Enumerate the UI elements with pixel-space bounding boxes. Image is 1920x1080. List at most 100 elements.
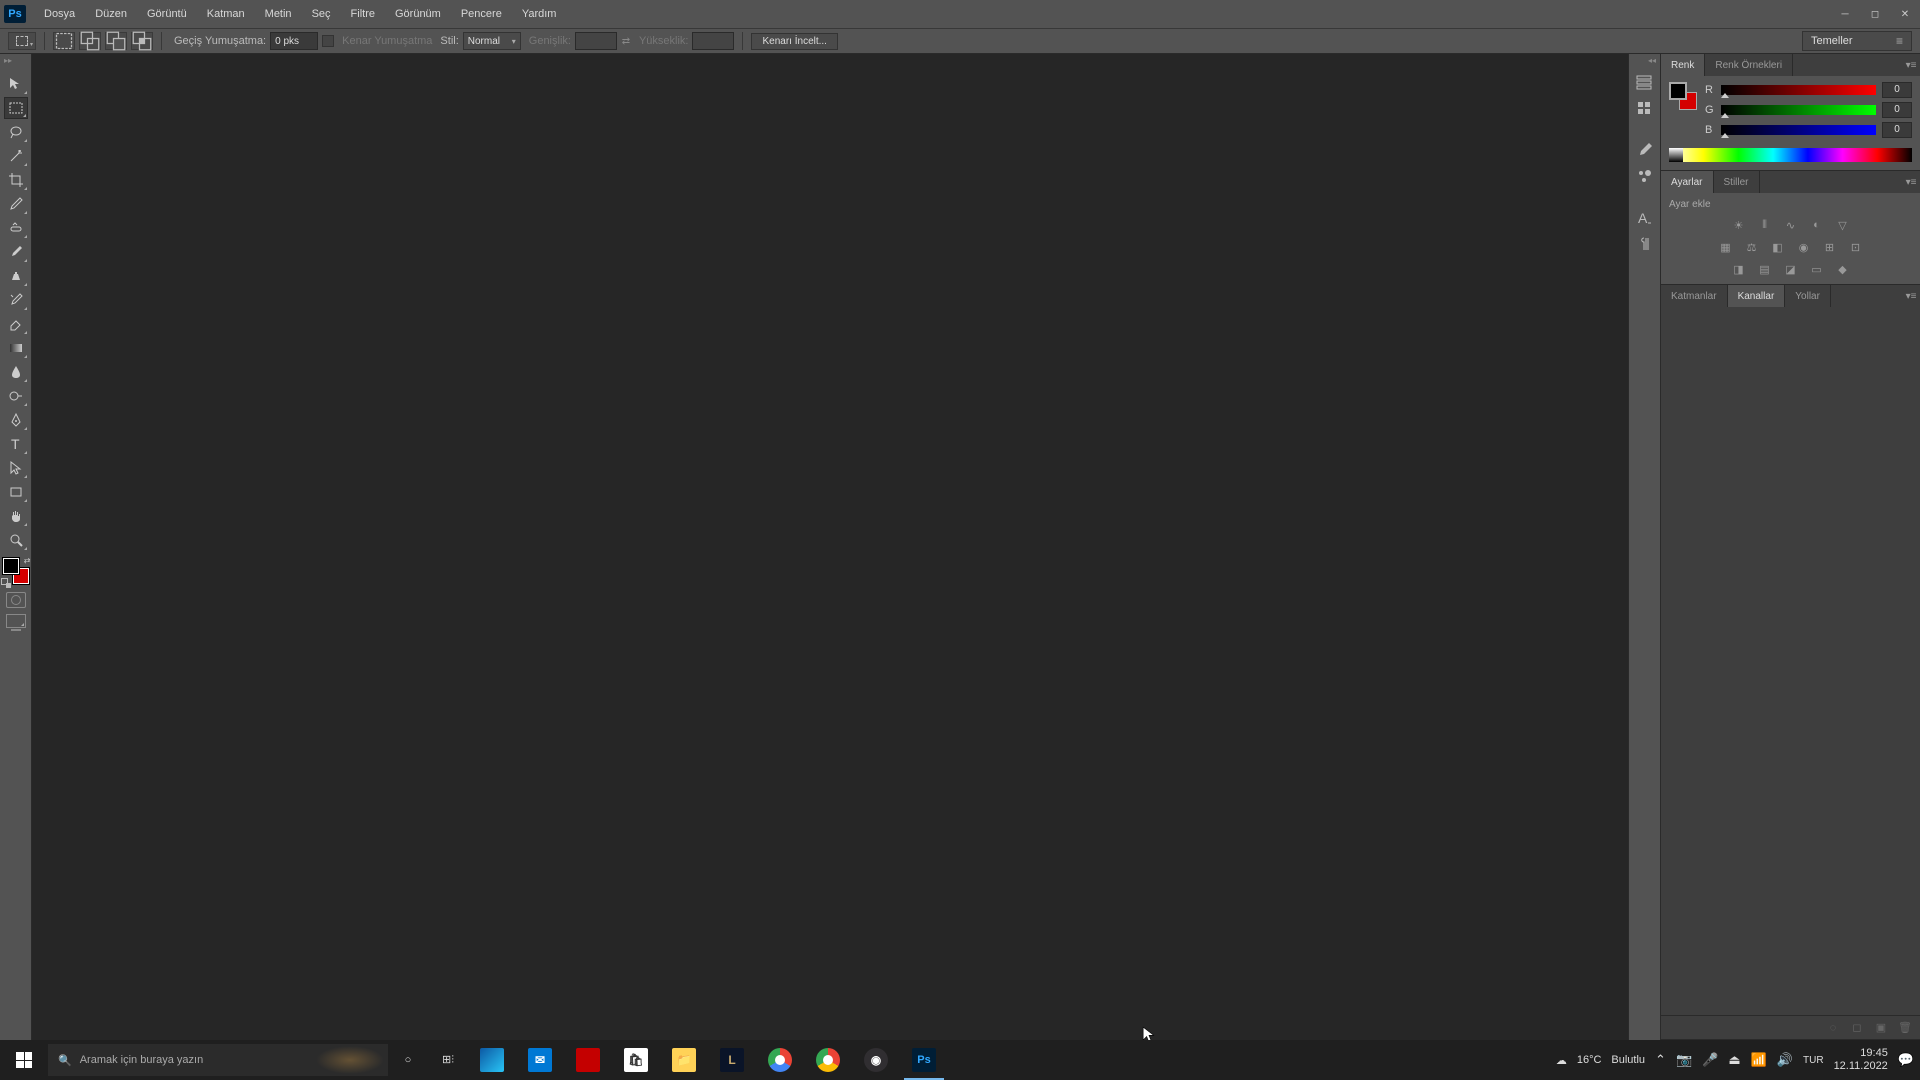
selection-new-button[interactable] (53, 32, 75, 50)
menu-layer[interactable]: Katman (197, 4, 255, 24)
tab-swatches[interactable]: Renk Örnekleri (1705, 54, 1793, 76)
taskbar-app-chrome[interactable] (756, 1040, 804, 1080)
save-selection-icon[interactable]: ◻ (1848, 1020, 1866, 1036)
foreground-color-swatch[interactable] (3, 558, 19, 574)
color-swatches[interactable]: ⇄ (3, 558, 29, 584)
new-channel-icon[interactable]: ▣ (1872, 1020, 1890, 1036)
canvas-area[interactable] (32, 54, 1628, 1040)
maximize-button[interactable]: ◻ (1860, 4, 1890, 24)
selection-subtract-button[interactable] (105, 32, 127, 50)
menu-select[interactable]: Seç (302, 4, 341, 24)
tab-color[interactable]: Renk (1661, 54, 1705, 76)
taskbar-app-store[interactable]: 🛍 (612, 1040, 660, 1080)
start-button[interactable] (0, 1040, 48, 1080)
type-tool[interactable]: T (4, 433, 28, 455)
task-view-button[interactable]: ⊞⫶ (428, 1040, 468, 1080)
posterize-icon[interactable]: ▤ (1755, 260, 1775, 278)
color-balance-icon[interactable]: ⚖ (1742, 238, 1762, 256)
taskbar-app-mail[interactable]: ✉ (516, 1040, 564, 1080)
character-panel-icon[interactable]: A (1634, 208, 1656, 228)
feather-input[interactable] (270, 32, 318, 50)
history-panel-icon[interactable] (1634, 72, 1656, 92)
tray-usb-icon[interactable]: ⏏ (1728, 1052, 1740, 1068)
tab-adjustments[interactable]: Ayarlar (1661, 171, 1714, 193)
menu-filter[interactable]: Filtre (341, 4, 385, 24)
taskbar-app-explorer[interactable]: 📁 (660, 1040, 708, 1080)
color-lookup-icon[interactable]: ⊡ (1846, 238, 1866, 256)
screen-mode-button[interactable] (6, 614, 26, 628)
load-selection-icon[interactable]: ◌ (1824, 1020, 1842, 1036)
color-panel-menu-icon[interactable]: ▾≡ (1902, 54, 1920, 76)
threshold-icon[interactable]: ◪ (1781, 260, 1801, 278)
color-spectrum[interactable] (1669, 148, 1912, 162)
taskbar-app-league[interactable]: L (708, 1040, 756, 1080)
tray-language-icon[interactable]: TUR (1803, 1055, 1824, 1066)
b-value-input[interactable]: 0 (1882, 122, 1912, 138)
tray-chevron-icon[interactable]: ⌃ (1655, 1052, 1666, 1068)
minimize-button[interactable]: ─ (1830, 4, 1860, 24)
taskbar-app-photoshop[interactable]: Ps (900, 1040, 948, 1080)
close-button[interactable]: ✕ (1890, 4, 1920, 24)
levels-icon[interactable]: ⫴ (1755, 216, 1775, 234)
panel-fg-color[interactable] (1669, 82, 1687, 100)
path-selection-tool[interactable] (4, 457, 28, 479)
taskbar-search[interactable]: 🔍 Aramak için buraya yazın (48, 1044, 388, 1076)
brush-panel-icon[interactable] (1634, 140, 1656, 160)
tab-paths[interactable]: Yollar (1785, 285, 1831, 307)
dodge-tool[interactable] (4, 385, 28, 407)
workspace-switcher[interactable]: Temeller (1802, 31, 1912, 51)
g-value-input[interactable]: 0 (1882, 102, 1912, 118)
pen-tool[interactable] (4, 409, 28, 431)
weather-icon[interactable]: ☁ (1556, 1054, 1567, 1067)
r-slider[interactable] (1721, 85, 1876, 95)
tray-datetime[interactable]: 19:45 12.11.2022 (1834, 1047, 1888, 1073)
selection-intersect-button[interactable] (131, 32, 153, 50)
properties-panel-icon[interactable] (1634, 98, 1656, 118)
brush-tool[interactable] (4, 241, 28, 263)
menu-edit[interactable]: Düzen (85, 4, 137, 24)
dock-grip-icon[interactable]: ◂◂ (1648, 56, 1656, 65)
crop-tool[interactable] (4, 169, 28, 191)
r-value-input[interactable]: 0 (1882, 82, 1912, 98)
hue-sat-icon[interactable]: ▦ (1716, 238, 1736, 256)
menu-type[interactable]: Metin (255, 4, 302, 24)
vibrance-icon[interactable]: ▽ (1833, 216, 1853, 234)
tab-layers[interactable]: Katmanlar (1661, 285, 1728, 307)
brightness-contrast-icon[interactable]: ☀ (1729, 216, 1749, 234)
layers-panel-menu-icon[interactable]: ▾≡ (1902, 285, 1920, 307)
g-slider[interactable] (1721, 105, 1876, 115)
marquee-tool[interactable] (4, 97, 28, 119)
lasso-tool[interactable] (4, 121, 28, 143)
toolbar-grip-icon[interactable]: ▸▸ (4, 56, 12, 65)
taskbar-app-red[interactable] (564, 1040, 612, 1080)
eyedropper-tool[interactable] (4, 193, 28, 215)
move-tool[interactable] (4, 73, 28, 95)
menu-help[interactable]: Yardım (512, 4, 567, 24)
healing-brush-tool[interactable] (4, 217, 28, 239)
tray-mic-icon[interactable]: 🎤 (1702, 1052, 1718, 1068)
color-panel-swatches[interactable] (1669, 82, 1697, 110)
adjustments-panel-menu-icon[interactable]: ▾≡ (1902, 171, 1920, 193)
delete-channel-icon[interactable]: 🗑 (1896, 1020, 1914, 1036)
style-select[interactable]: Normal (463, 32, 521, 50)
refine-edge-button[interactable]: Kenarı İncelt... (751, 33, 837, 50)
taskbar-app-edge[interactable] (468, 1040, 516, 1080)
tray-volume-icon[interactable]: 🔊 (1777, 1052, 1793, 1068)
magic-wand-tool[interactable] (4, 145, 28, 167)
hand-tool[interactable] (4, 505, 28, 527)
menu-image[interactable]: Görüntü (137, 4, 197, 24)
cortana-button[interactable]: ○ (388, 1040, 428, 1080)
shape-tool[interactable] (4, 481, 28, 503)
selective-color-icon[interactable]: ◆ (1833, 260, 1853, 278)
taskbar-app-obs[interactable]: ◉ (852, 1040, 900, 1080)
clone-stamp-tool[interactable] (4, 265, 28, 287)
menu-file[interactable]: Dosya (34, 4, 85, 24)
tray-meet-now-icon[interactable]: 📷 (1676, 1052, 1692, 1068)
paragraph-panel-icon[interactable] (1634, 234, 1656, 254)
gradient-map-icon[interactable]: ▭ (1807, 260, 1827, 278)
eraser-tool[interactable] (4, 313, 28, 335)
brush-presets-panel-icon[interactable] (1634, 166, 1656, 186)
tray-wifi-icon[interactable]: 📶 (1751, 1052, 1767, 1068)
gradient-tool[interactable] (4, 337, 28, 359)
tray-notifications-icon[interactable]: 💬 (1898, 1052, 1914, 1068)
